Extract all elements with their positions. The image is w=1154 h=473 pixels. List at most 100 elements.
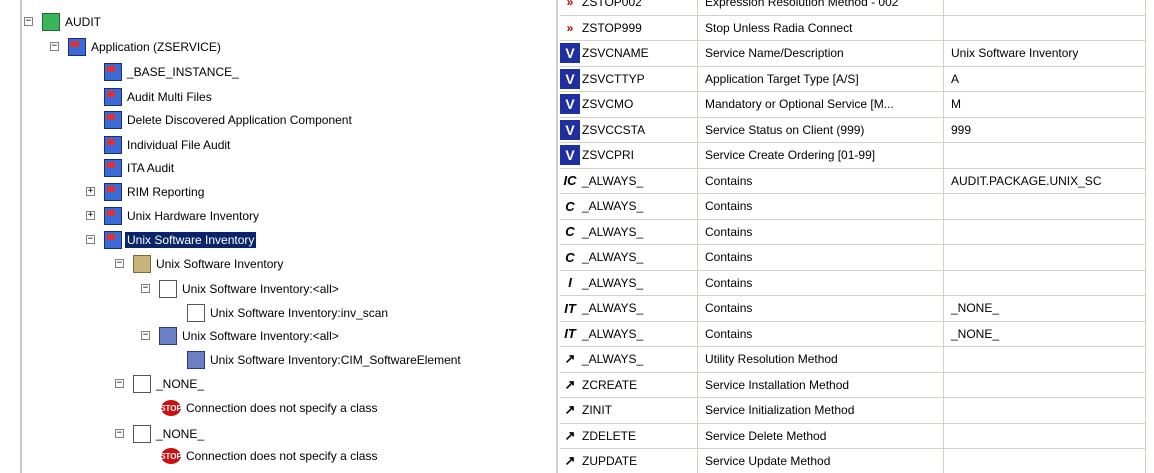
tree-node[interactable]: Delete Discovered Application Component — [104, 109, 354, 131]
attribute-name-cell[interactable]: V ZSVCNAME — [560, 41, 698, 66]
grid-row[interactable]: V ZSVCNAME Service Name/Description Unix So… — [560, 41, 1145, 67]
attribute-name-cell[interactable]: ↗ ZUPDATE — [560, 449, 698, 473]
attribute-name-cell[interactable]: ↗ ZCREATE — [560, 372, 698, 397]
tree-node[interactable]: Unix Software Inventory:CIM_SoftwareElem… — [187, 349, 463, 371]
grid-row[interactable]: I _ALWAYS_ Contains — [560, 270, 1145, 296]
attribute-description-cell[interactable]: Application Target Type [A/S] — [698, 66, 944, 91]
attribute-name-cell[interactable]: IC _ALWAYS_ — [560, 168, 698, 193]
attribute-description-cell[interactable]: Mandatory or Optional Service [M... — [698, 92, 944, 117]
attribute-value-cell[interactable] — [944, 271, 1145, 296]
attribute-value-cell[interactable] — [944, 373, 1145, 398]
attribute-description-cell[interactable]: Contains — [698, 194, 944, 219]
collapse-icon[interactable]: − — [141, 284, 150, 293]
grid-row[interactable]: ↗ ZCREATE Service Installation Method — [560, 372, 1145, 398]
attribute-description-cell[interactable]: Service Status on Client (999) — [698, 117, 944, 142]
expand-icon[interactable]: + — [86, 211, 95, 220]
attribute-value-cell[interactable]: Unix Software Inventory — [944, 41, 1145, 66]
tree-node[interactable]: _BASE_INSTANCE_ — [104, 61, 241, 83]
grid-row[interactable]: C _ALWAYS_ Contains — [560, 219, 1145, 245]
attribute-name-cell[interactable]: V ZSVCPRI — [560, 143, 698, 168]
tree-node[interactable]: RIM Reporting — [104, 181, 206, 203]
tree-node[interactable]: Audit Multi Files — [104, 86, 214, 108]
attribute-description-cell[interactable]: Expression Resolution Method - 002 — [698, 0, 944, 15]
attribute-description-cell[interactable]: Contains — [698, 321, 944, 346]
attribute-value-cell[interactable]: AUDIT.PACKAGE.UNIX_SC — [944, 169, 1145, 194]
attribute-value-cell[interactable] — [944, 347, 1145, 372]
attribute-value-cell[interactable] — [944, 398, 1145, 423]
attribute-name-cell[interactable]: C _ALWAYS_ — [560, 194, 698, 219]
tree-node[interactable]: Unix Software Inventory — [104, 229, 258, 251]
expand-icon[interactable]: + — [86, 187, 95, 196]
grid-row[interactable]: IT _ALWAYS_ Contains _NONE_ — [560, 321, 1145, 347]
attribute-description-cell[interactable]: Service Initialization Method — [698, 398, 944, 423]
collapse-icon[interactable]: − — [24, 17, 33, 26]
grid-row[interactable]: V ZSVCPRI Service Create Ordering [01-99] — [560, 143, 1145, 169]
collapse-icon[interactable]: − — [115, 429, 124, 438]
attribute-name-cell[interactable]: I _ALWAYS_ — [560, 270, 698, 295]
tree-node[interactable]: Unix Software Inventory:<all> — [159, 278, 341, 300]
attribute-value-cell[interactable] — [944, 143, 1145, 168]
tree-node[interactable]: Application (ZSERVICE) — [68, 36, 223, 58]
tree-node[interactable]: Unix Hardware Inventory — [104, 205, 261, 227]
grid-row[interactable]: » ZSTOP002 Expression Resolution Method - … — [560, 0, 1145, 16]
attribute-value-cell[interactable]: _NONE_ — [944, 296, 1145, 321]
attribute-name-cell[interactable]: » ZSTOP002 — [560, 0, 698, 15]
grid-row[interactable]: ↗ ZINIT Service Initialization Method — [560, 398, 1145, 424]
attribute-name-cell[interactable]: IT _ALWAYS_ — [560, 321, 698, 346]
attribute-description-cell[interactable]: Service Update Method — [698, 449, 944, 473]
grid-row[interactable]: V ZSVCCSTA Service Status on Client (999) 9… — [560, 117, 1145, 143]
grid-row[interactable]: V ZSVCTTYP Application Target Type [A/S] A — [560, 66, 1145, 92]
attribute-description-cell[interactable]: Service Delete Method — [698, 423, 944, 448]
tree-node[interactable]: _NONE_ — [133, 373, 206, 395]
attribute-value-cell[interactable] — [944, 0, 1145, 15]
collapse-icon[interactable]: − — [50, 42, 59, 51]
attribute-description-cell[interactable]: Stop Unless Radia Connect — [698, 15, 944, 40]
grid-row[interactable]: ↗ ZDELETE Service Delete Method — [560, 423, 1145, 449]
grid-row[interactable]: C _ALWAYS_ Contains — [560, 194, 1145, 220]
attribute-name-cell[interactable]: ↗ ZDELETE — [560, 423, 698, 448]
tree-node[interactable]: _NONE_ — [133, 423, 206, 445]
attribute-value-cell[interactable] — [944, 194, 1145, 219]
tree-node[interactable]: Unix Software Inventory — [133, 253, 285, 275]
attribute-description-cell[interactable]: Service Installation Method — [698, 372, 944, 397]
attribute-name-cell[interactable]: ↗ ZINIT — [560, 398, 698, 423]
attribute-description-cell[interactable]: Utility Resolution Method — [698, 347, 944, 372]
tree-node[interactable]: ITA Audit — [104, 157, 176, 179]
grid-row[interactable]: » ZSTOP999 Stop Unless Radia Connect — [560, 15, 1145, 41]
attribute-name-cell[interactable]: V ZSVCCSTA — [560, 117, 698, 142]
attribute-value-cell[interactable]: A — [944, 67, 1145, 92]
collapse-icon[interactable]: − — [141, 331, 150, 340]
attribute-value-cell[interactable]: _NONE_ — [944, 322, 1145, 347]
attribute-name-cell[interactable]: ↗ _ALWAYS_ — [560, 347, 698, 372]
attribute-value-cell[interactable] — [944, 449, 1145, 473]
grid-row[interactable]: ↗ _ALWAYS_ Utility Resolution Method — [560, 347, 1145, 373]
attribute-name-cell[interactable]: C _ALWAYS_ — [560, 219, 698, 244]
collapse-icon[interactable]: − — [115, 259, 124, 268]
grid-row[interactable]: C _ALWAYS_ Contains — [560, 245, 1145, 271]
attribute-description-cell[interactable]: Contains — [698, 245, 944, 270]
attribute-description-cell[interactable]: Service Create Ordering [01-99] — [698, 143, 944, 168]
attribute-name-cell[interactable]: V ZSVCTTYP — [560, 66, 698, 91]
attribute-description-cell[interactable]: Service Name/Description — [698, 41, 944, 66]
attribute-value-cell[interactable] — [944, 220, 1145, 245]
panel-splitter[interactable] — [556, 0, 558, 473]
tree-node[interactable]: Unix Software Inventory:inv_scan — [187, 302, 390, 324]
tree-node[interactable]: STOP Connection does not specify a class — [160, 445, 379, 467]
attribute-description-cell[interactable]: Contains — [698, 270, 944, 295]
collapse-icon[interactable]: − — [115, 379, 124, 388]
tree-node[interactable]: STOP Connection does not specify a class — [160, 397, 379, 419]
attribute-value-cell[interactable] — [944, 245, 1145, 270]
attribute-name-cell[interactable]: IT _ALWAYS_ — [560, 296, 698, 321]
tree-node[interactable]: Individual File Audit — [104, 134, 232, 156]
attribute-description-cell[interactable]: Contains — [698, 219, 944, 244]
grid-row[interactable]: IC _ALWAYS_ Contains AUDIT.PACKAGE.UNIX_SC — [560, 168, 1145, 194]
attribute-value-cell[interactable] — [944, 424, 1145, 449]
grid-row[interactable]: IT _ALWAYS_ Contains _NONE_ — [560, 296, 1145, 322]
attribute-value-cell[interactable]: 999 — [944, 118, 1145, 143]
attribute-name-cell[interactable]: » ZSTOP999 — [560, 15, 698, 40]
attribute-description-cell[interactable]: Contains — [698, 168, 944, 193]
grid-row[interactable]: V ZSVCMO Mandatory or Optional Service [M.… — [560, 92, 1145, 118]
attribute-name-cell[interactable]: C _ALWAYS_ — [560, 245, 698, 270]
grid-row[interactable]: ↗ ZUPDATE Service Update Method — [560, 449, 1145, 473]
tree-node[interactable]: Unix Software Inventory:<all> — [159, 325, 341, 347]
